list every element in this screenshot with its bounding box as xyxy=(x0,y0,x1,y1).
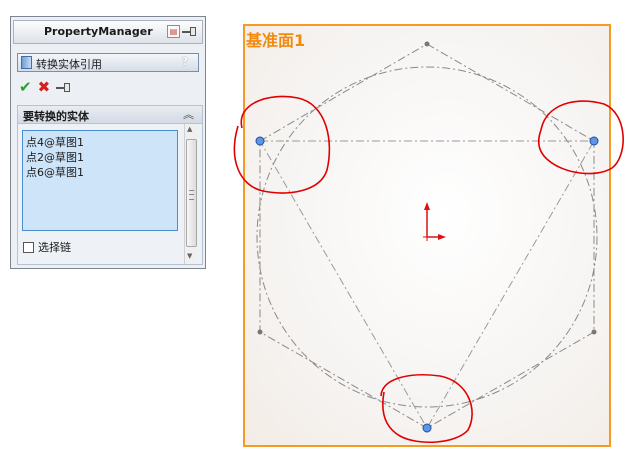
select-chain-checkbox[interactable] xyxy=(23,241,34,253)
help-button[interactable]: ? xyxy=(182,55,188,68)
select-chain-row[interactable]: 选择链 xyxy=(23,239,71,255)
cancel-x-icon[interactable]: ✖ xyxy=(38,80,51,95)
reference-plane[interactable] xyxy=(243,24,611,447)
entities-list[interactable]: 点4@草图1 点2@草图1 点6@草图1 xyxy=(22,130,178,231)
property-manager-panel: PropertyManager ▤ 转换实体引用 ? ✔ ✖ 要转换的实体 ︽ … xyxy=(10,16,206,269)
list-item[interactable]: 点2@草图1 xyxy=(26,149,84,165)
scroll-thumb[interactable] xyxy=(186,139,197,247)
entities-group: 要转换的实体 ︽ 点4@草图1 点2@草图1 点6@草图1 ▲ ▼ 选择链 xyxy=(17,105,203,265)
pin-panel-icon[interactable] xyxy=(182,27,198,37)
panel-header: PropertyManager ▤ xyxy=(13,20,203,44)
plane-label: 基准面1 xyxy=(246,31,306,50)
action-buttons: ✔ ✖ xyxy=(19,80,72,95)
grip-icon xyxy=(189,190,194,200)
list-item[interactable]: 点6@草图1 xyxy=(26,164,84,180)
group-title: 要转换的实体 xyxy=(23,110,89,123)
list-item[interactable]: 点4@草图1 xyxy=(26,134,84,150)
convert-entities-icon xyxy=(21,56,32,69)
pushpin-icon[interactable] xyxy=(56,82,72,93)
select-chain-label: 选择链 xyxy=(38,241,71,254)
ok-check-icon[interactable]: ✔ xyxy=(19,80,32,95)
scrollbar[interactable]: ▲ ▼ xyxy=(184,124,198,264)
scroll-up-icon[interactable]: ▲ xyxy=(187,125,192,133)
group-header[interactable]: 要转换的实体 ︽ xyxy=(18,106,202,124)
panel-title: PropertyManager xyxy=(44,25,153,38)
panel-header-icons: ▤ xyxy=(167,25,198,38)
feature-name: 转换实体引用 xyxy=(36,58,102,71)
scroll-down-icon[interactable]: ▼ xyxy=(187,252,192,260)
feature-title-bar: 转换实体引用 ? xyxy=(17,53,199,72)
config-icon[interactable]: ▤ xyxy=(167,25,180,38)
collapse-chevron-icon[interactable]: ︽ xyxy=(183,106,194,122)
